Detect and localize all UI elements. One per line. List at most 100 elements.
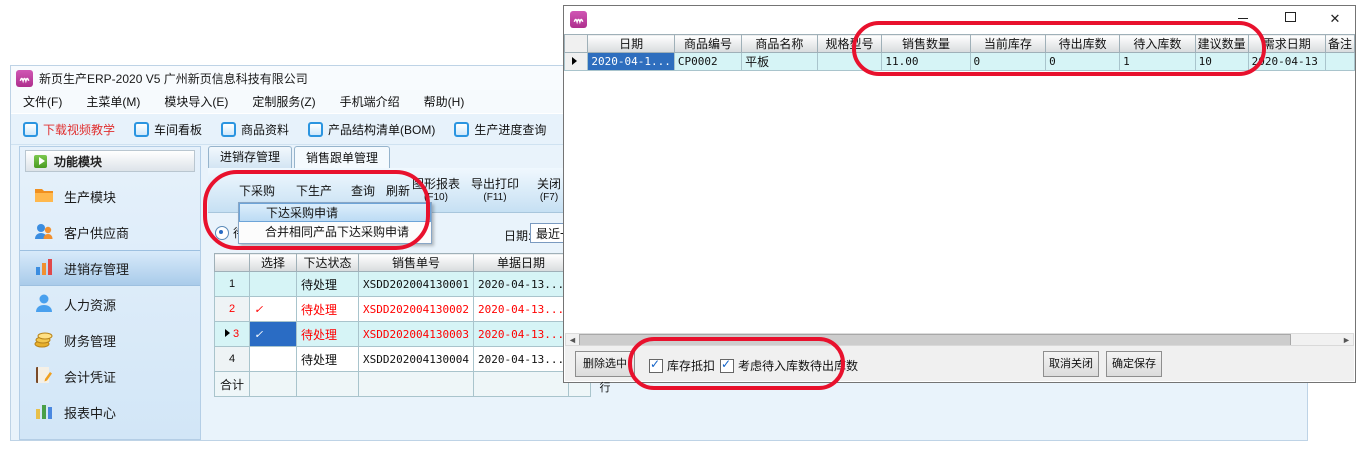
quick-link-label: 生产进度查询 — [474, 121, 546, 138]
select-checkbox-cell[interactable] — [250, 272, 297, 297]
total-label-cell: 合计 — [215, 372, 250, 397]
toolbar-button-hotkey: (F11) — [471, 192, 519, 203]
order-date-cell: 2020-04-13... — [473, 347, 568, 372]
quick-link-label: 产品结构清单(BOM) — [328, 121, 435, 138]
dialog-column-header: 建议数量 — [1195, 35, 1248, 53]
dialog-cell-7[interactable]: 1 — [1120, 53, 1196, 71]
quick-link-4[interactable]: 生产进度查询 — [454, 121, 546, 138]
sidebar-item-6[interactable]: 报表中心 — [20, 394, 200, 430]
suggestion-row[interactable]: 2020-04-1...CP0002平板11.00001102020-04-13 — [565, 53, 1355, 71]
order-no-cell: XSDD202004130001 — [359, 272, 474, 297]
quick-link-3[interactable]: 产品结构清单(BOM) — [308, 121, 435, 138]
checkbox-checked-icon — [649, 359, 663, 373]
toolbar-button-3[interactable]: 刷新 — [386, 182, 410, 199]
order-row-1[interactable]: 1待处理XSDD2020041300012020-04-13...K1 — [215, 272, 591, 297]
select-checkbox-cell[interactable] — [250, 347, 297, 372]
dialog-column-header: 待入库数 — [1120, 35, 1196, 53]
select-checkbox-cell[interactable]: ✓ — [250, 322, 297, 347]
minimize-button[interactable] — [1229, 10, 1257, 28]
cancel-close-button[interactable]: 取消关闭 — [1043, 351, 1099, 377]
toolbar-button-label: 图形报表 — [412, 177, 460, 191]
suggestion-table: 日期商品编号商品名称规格型号销售数量当前库存待出库数待入库数建议数量需求日期备注… — [564, 34, 1355, 71]
purchase-context-menu: 下达采购申请合并相同产品下达采购申请 — [238, 202, 432, 244]
quick-link-label: 车间看板 — [154, 121, 202, 138]
toolbar-button-4[interactable]: 图形报表(F10) — [412, 175, 460, 203]
sidebar-item-2[interactable]: 进销存管理 — [20, 250, 200, 286]
row-number-cell: 4 — [215, 347, 250, 372]
dialog-cell-5[interactable]: 0 — [970, 53, 1046, 71]
dialog-column-header: 当前库存 — [970, 35, 1046, 53]
dialog-cell-1[interactable]: CP0002 — [674, 53, 741, 71]
row-number-cell: 2 — [215, 297, 250, 322]
stock-deduct-checkbox[interactable]: 库存抵扣 — [649, 357, 715, 374]
sidebar-header-label: 功能模块 — [54, 153, 102, 170]
dialog-row-pointer-cell — [565, 53, 588, 71]
menubar-item-4[interactable]: 手机端介绍 — [340, 93, 400, 110]
dialog-column-header: 日期 — [588, 35, 674, 53]
menubar-item-5[interactable]: 帮助(H) — [424, 93, 465, 110]
menubar-item-3[interactable]: 定制服务(Z) — [252, 93, 315, 110]
order-row-3[interactable]: 3✓待处理XSDD2020041300032020-04-13...K1 — [215, 322, 591, 347]
sidebar-item-label: 报表中心 — [64, 403, 116, 422]
sidebar-header: 功能模块 — [25, 150, 195, 172]
total-cell — [473, 372, 568, 397]
context-menu-item-0[interactable]: 下达采购申请 — [239, 203, 431, 222]
tab-1[interactable]: 销售跟单管理 — [294, 146, 390, 169]
total-cell — [359, 372, 474, 397]
dialog-cell-2[interactable]: 平板 — [742, 53, 818, 71]
purchase-suggestion-dialog: ✕ 日期商品编号商品名称规格型号销售数量当前库存待出库数待入库数建议数量需求日期… — [563, 5, 1356, 383]
tab-0[interactable]: 进销存管理 — [208, 146, 292, 168]
dialog-cell-4[interactable]: 11.00 — [882, 53, 970, 71]
dialog-cell-10[interactable] — [1325, 53, 1354, 71]
delete-selected-row-button[interactable]: 删除选中行 — [575, 351, 635, 377]
quick-link-icon — [134, 122, 149, 137]
current-row-arrow-icon — [572, 57, 577, 65]
menubar-item-1[interactable]: 主菜单(M) — [86, 93, 140, 110]
toolbar-button-1[interactable]: 下生产 — [296, 182, 332, 199]
sidebar-item-0[interactable]: 生产模块 — [20, 178, 200, 214]
sidebar-item-1[interactable]: 客户供应商 — [20, 214, 200, 250]
order-date-cell: 2020-04-13... — [473, 322, 568, 347]
toolbar-button-label: 导出打印 — [471, 177, 519, 191]
maximize-button[interactable] — [1276, 10, 1304, 28]
sales-orders-table: 选择下达状态销售单号单据日期1待处理XSDD2020041300012020-0… — [214, 253, 591, 397]
toolbar-button-5[interactable]: 导出打印(F11) — [471, 175, 519, 203]
current-row-arrow-icon — [225, 329, 230, 337]
order-row-4[interactable]: 4待处理XSDD2020041300042020-04-13...K1 — [215, 347, 591, 372]
quick-link-0[interactable]: 下载视频教学 — [23, 121, 115, 138]
stock-deduct-label: 库存抵扣 — [667, 357, 715, 374]
sidebar-item-3[interactable]: 人力资源 — [20, 286, 200, 322]
confirm-save-button[interactable]: 确定保存 — [1106, 351, 1162, 377]
quick-link-icon — [221, 122, 236, 137]
dialog-cell-8[interactable]: 10 — [1195, 53, 1248, 71]
dialog-cell-0[interactable]: 2020-04-1... — [588, 53, 674, 71]
quick-link-icon — [23, 122, 38, 137]
toolbar-button-2[interactable]: 查询 — [351, 182, 375, 199]
context-menu-item-1[interactable]: 合并相同产品下达采购申请 — [239, 222, 431, 243]
orders-column-header: 选择 — [250, 254, 297, 272]
sidebar-voucher-book-icon — [33, 365, 55, 388]
close-button[interactable]: ✕ — [1321, 10, 1349, 28]
consider-pending-checkbox[interactable]: 考虑待入库数待出库数 — [720, 357, 858, 374]
dialog-bottom-bar: 删除选中行 库存抵扣 考虑待入库数待出库数 取消关闭 确定保存 — [565, 345, 1354, 381]
dialog-cell-9[interactable]: 2020-04-13 — [1248, 53, 1325, 71]
quick-link-2[interactable]: 商品资料 — [221, 121, 289, 138]
dialog-cell-6[interactable]: 0 — [1046, 53, 1120, 71]
dialog-row-header — [565, 35, 588, 53]
toolbar-button-6[interactable]: 关闭(F7) — [537, 175, 561, 203]
order-row-2[interactable]: 2✓待处理XSDD2020041300022020-04-13...K1 — [215, 297, 591, 322]
sidebar-folder-icon — [33, 185, 55, 208]
orders-column-header: 销售单号 — [359, 254, 474, 272]
quick-link-1[interactable]: 车间看板 — [134, 121, 202, 138]
sidebar-hr-person-icon — [33, 293, 55, 316]
sidebar-item-4[interactable]: 财务管理 — [20, 322, 200, 358]
orders-column-header: 下达状态 — [297, 254, 359, 272]
sidebar-item-label: 财务管理 — [64, 331, 116, 350]
sidebar-item-7[interactable]: 协同办公 — [20, 430, 200, 440]
menubar-item-0[interactable]: 文件(F) — [23, 93, 62, 110]
toolbar-button-0[interactable]: 下采购 — [239, 182, 275, 199]
sidebar-item-5[interactable]: 会计凭证 — [20, 358, 200, 394]
select-checkbox-cell[interactable]: ✓ — [250, 297, 297, 322]
menubar-item-2[interactable]: 模块导入(E) — [164, 93, 228, 110]
dialog-cell-3[interactable] — [817, 53, 882, 71]
